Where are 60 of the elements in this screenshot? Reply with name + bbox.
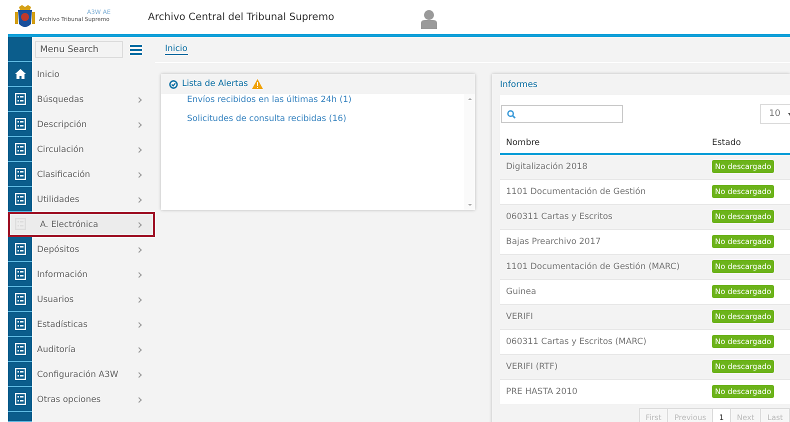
check-circle-icon [169, 80, 178, 88]
chevron-icon [136, 196, 142, 202]
menu-search-field[interactable]: Menu Search [35, 41, 123, 58]
list-icon [14, 168, 26, 180]
home-icon [14, 69, 26, 79]
table-cell: 1101 Documentación de Gestión (MARC) [500, 254, 706, 280]
menu-item[interactable]: Circulación [32, 137, 155, 162]
search-icon [507, 110, 516, 118]
list-icon [14, 268, 26, 280]
chevron-icon [136, 396, 142, 402]
list-icon [14, 143, 26, 155]
menu-item[interactable]: Inicio [32, 62, 155, 87]
warning-icon [252, 79, 263, 89]
list-icon [14, 93, 26, 105]
chevron-icon [136, 372, 142, 378]
menu-item[interactable]: Usuarios [32, 287, 155, 312]
menu-item[interactable]: Estadísticas [32, 312, 155, 337]
scrollbar[interactable] [464, 94, 475, 210]
search-field[interactable] [501, 105, 623, 123]
chevron-icon [136, 346, 142, 352]
list-icon [14, 193, 26, 205]
crest-logo [14, 4, 36, 30]
table-cell: VERIFI [500, 304, 706, 330]
chevron-icon [136, 272, 142, 278]
chevron-icon [136, 172, 142, 178]
alert-link[interactable]: Envíos recibidos en las últimas 24h (1) [187, 95, 464, 105]
chevron-icon [136, 146, 142, 152]
chevron-icon [136, 246, 142, 252]
list-icon [14, 243, 26, 255]
list-icon [14, 318, 26, 330]
menu-item[interactable]: Configuración A3W [32, 362, 155, 387]
menu-icon[interactable] [130, 44, 142, 54]
list-icon [14, 293, 26, 305]
menu-item[interactable]: Búsquedas [32, 87, 155, 112]
app-title: Archivo Central del Tribunal Supremo [148, 12, 336, 22]
menu-item[interactable]: Depósitos [32, 237, 155, 262]
list-icon [14, 393, 26, 405]
alert-link[interactable]: Solicitudes de consulta recibidas (16) [187, 114, 464, 124]
chevron-icon [136, 222, 142, 228]
panel-title: Informes [500, 80, 538, 90]
user-icon[interactable] [420, 9, 438, 29]
panel-title: Lista de Alertas [182, 79, 248, 89]
breadcrumb-link[interactable]: Inicio [165, 44, 188, 55]
chevron-icon [136, 96, 142, 102]
list-icon [14, 118, 26, 130]
menu-item[interactable]: Utilidades [32, 187, 155, 212]
list-icon [14, 343, 26, 355]
menu-item[interactable]: Clasificación [32, 162, 155, 187]
chevron-icon [136, 296, 142, 302]
table-cell: Digitalización 2018 [500, 154, 706, 180]
table-cell: 060311 Cartas y Escritos [500, 204, 706, 230]
chevron-icon [136, 122, 142, 128]
table-cell: VERIFI (RTF) [500, 354, 706, 380]
menu-item[interactable]: Información [32, 262, 155, 287]
menu-item[interactable]: Auditoría [32, 337, 155, 362]
page-size-select[interactable]: 10 [760, 104, 790, 124]
list-icon [14, 368, 26, 380]
chevron-icon [136, 322, 142, 328]
menu-item[interactable]: Descripción [32, 112, 155, 137]
menu-item[interactable]: Otras opciones [32, 387, 155, 412]
